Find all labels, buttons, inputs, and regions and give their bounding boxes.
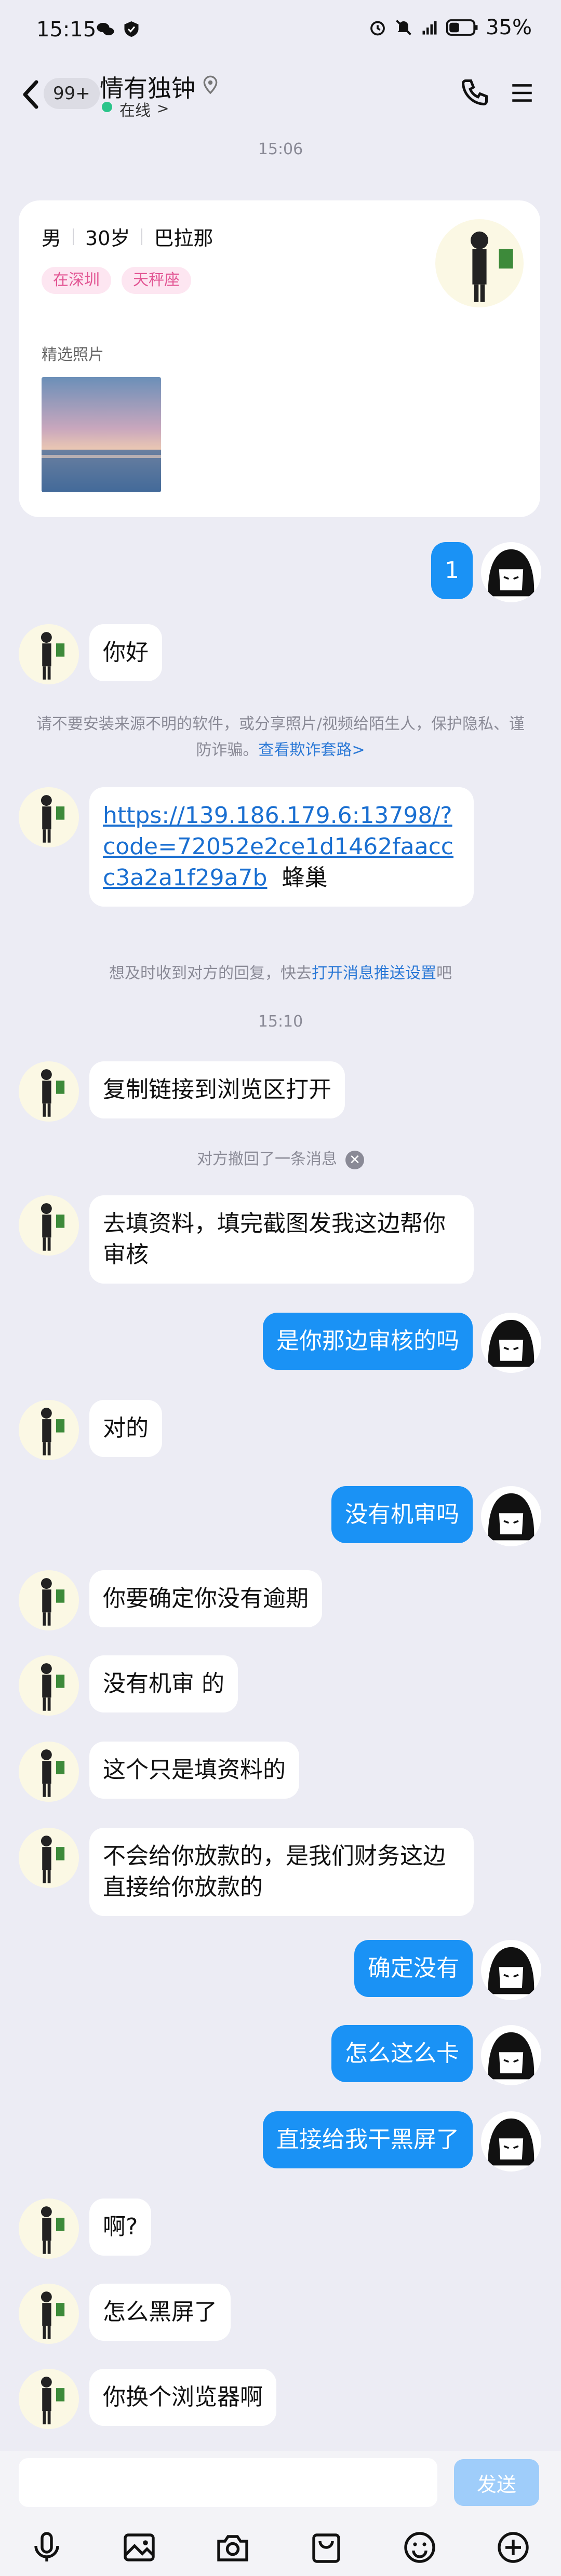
menu-icon[interactable] <box>509 80 535 106</box>
recall-notice: 对方撤回了一条消息 ✕ <box>31 1147 530 1172</box>
message-bubble[interactable]: 直接给我干黑屏了 <box>263 2111 473 2168</box>
status-time: 15:15 <box>36 18 97 42</box>
profile-photo[interactable] <box>42 377 161 492</box>
battery-percent: 35% <box>486 16 532 39</box>
contact-avatar[interactable] <box>19 1570 79 1630</box>
timestamp: 15:06 <box>258 140 303 158</box>
online-status[interactable]: 在线 <box>119 98 151 120</box>
image-icon[interactable] <box>121 2529 158 2566</box>
message-bubble[interactable]: https://139.186.179.6:13798/?code=72052e… <box>89 787 474 907</box>
battery-icon <box>446 19 478 36</box>
message-bubble[interactable]: 1 <box>431 542 473 599</box>
chat-header: 99+ 情有独钟 在线 > <box>0 62 561 130</box>
message-bubble[interactable]: 去填资料，填完截图发我这边帮你审核 <box>89 1195 474 1284</box>
status-bar: 15:15 35% <box>0 0 561 62</box>
phone-icon[interactable] <box>459 77 490 108</box>
profile-card[interactable]: 男 30岁 巴拉那 在深圳 天秤座 精选照片 <box>19 200 540 517</box>
plus-icon[interactable] <box>495 2529 532 2566</box>
location-pin-icon <box>203 75 218 95</box>
unread-badge[interactable]: 99+ <box>44 78 100 109</box>
bag-icon[interactable] <box>308 2529 345 2566</box>
self-avatar[interactable] <box>481 2025 541 2085</box>
message-bubble[interactable]: 确定没有 <box>354 1940 473 1997</box>
photos-label: 精选照片 <box>42 346 104 364</box>
push-notice-text: 想及时收到对方的回复，快去 <box>109 964 312 982</box>
back-icon[interactable] <box>20 79 41 110</box>
contact-avatar[interactable] <box>19 1655 79 1716</box>
message-text: 蜂巢 <box>282 865 328 891</box>
fraud-tips-link[interactable]: 查看欺诈套路> <box>258 741 365 759</box>
contact-avatar[interactable] <box>19 2284 79 2344</box>
recall-text: 对方撤回了一条消息 <box>197 1150 337 1168</box>
message-bubble[interactable]: 怎么这么卡 <box>331 2025 473 2082</box>
profile-age: 30岁 <box>85 227 130 250</box>
online-dot <box>102 102 112 112</box>
message-bubble[interactable]: 啊? <box>89 2199 152 2256</box>
message-input[interactable] <box>19 2458 437 2507</box>
message-bubble[interactable]: 这个只是填资料的 <box>89 1742 299 1799</box>
message-bubble[interactable]: 是你那边审核的吗 <box>263 1313 473 1370</box>
contact-avatar[interactable] <box>19 1061 79 1122</box>
self-avatar[interactable] <box>481 1313 541 1373</box>
message-bubble[interactable]: 你换个浏览器啊 <box>89 2369 276 2426</box>
message-bubble[interactable]: 怎么黑屏了 <box>89 2284 231 2341</box>
contact-avatar[interactable] <box>19 2369 79 2429</box>
message-bubble[interactable]: 你要确定你没有逾期 <box>89 1570 322 1627</box>
message-bubble[interactable]: 不会给你放款的，是我们财务这边直接给你放款的 <box>89 1828 474 1916</box>
input-toolbar <box>0 2529 561 2570</box>
contact-avatar[interactable] <box>19 1742 79 1802</box>
profile-gender: 男 <box>42 227 62 250</box>
contact-avatar[interactable] <box>19 1828 79 1888</box>
camera-icon[interactable] <box>214 2529 251 2566</box>
message-link[interactable]: https://139.186.179.6:13798/?code=72052e… <box>103 802 453 891</box>
message-bubble[interactable]: 没有机审 的 <box>89 1655 238 1712</box>
profile-location: 巴拉那 <box>154 227 213 250</box>
push-settings-link[interactable]: 打开消息推送设置 <box>312 964 436 982</box>
mic-icon[interactable] <box>28 2529 65 2566</box>
message-bubble[interactable]: 你好 <box>89 624 162 681</box>
contact-avatar[interactable] <box>19 1195 79 1256</box>
message-bubble[interactable]: 没有机审吗 <box>331 1486 473 1543</box>
profile-tag: 在深圳 <box>42 267 111 294</box>
message-bubble[interactable]: 对的 <box>89 1400 162 1457</box>
profile-tags: 在深圳 天秤座 <box>42 267 191 294</box>
profile-info: 男 30岁 巴拉那 <box>42 222 213 251</box>
self-avatar[interactable] <box>481 1486 541 1546</box>
timestamp: 15:10 <box>258 1013 303 1031</box>
mute-icon <box>396 20 411 35</box>
profile-tag: 天秤座 <box>122 267 191 294</box>
contact-avatar[interactable] <box>19 2199 79 2259</box>
self-avatar[interactable] <box>481 2111 541 2172</box>
wechat-icon <box>97 23 114 35</box>
send-button[interactable]: 发送 <box>454 2459 539 2506</box>
chevron-right-icon: > <box>157 100 169 117</box>
shield-icon <box>124 21 139 37</box>
input-area: 发送 <box>0 2451 561 2576</box>
contact-avatar[interactable] <box>19 624 79 684</box>
self-avatar[interactable] <box>481 1940 541 2000</box>
push-notice: 想及时收到对方的回复，快去打开消息推送设置吧 <box>31 961 530 987</box>
profile-avatar[interactable] <box>435 219 524 307</box>
close-icon[interactable]: ✕ <box>345 1150 364 1169</box>
message-bubble[interactable]: 复制链接到浏览区打开 <box>89 1061 345 1118</box>
contact-avatar[interactable] <box>19 1400 79 1460</box>
signal-icon <box>422 21 437 35</box>
alarm-icon <box>370 21 385 36</box>
self-avatar[interactable] <box>481 542 541 602</box>
safety-notice: 请不要安装来源不明的软件，或分享照片/视频给陌生人，保护隐私、谨防诈骗。查看欺诈… <box>31 711 530 763</box>
contact-avatar[interactable] <box>19 787 79 847</box>
push-notice-suffix: 吧 <box>436 964 452 982</box>
emoji-icon[interactable] <box>401 2529 438 2566</box>
